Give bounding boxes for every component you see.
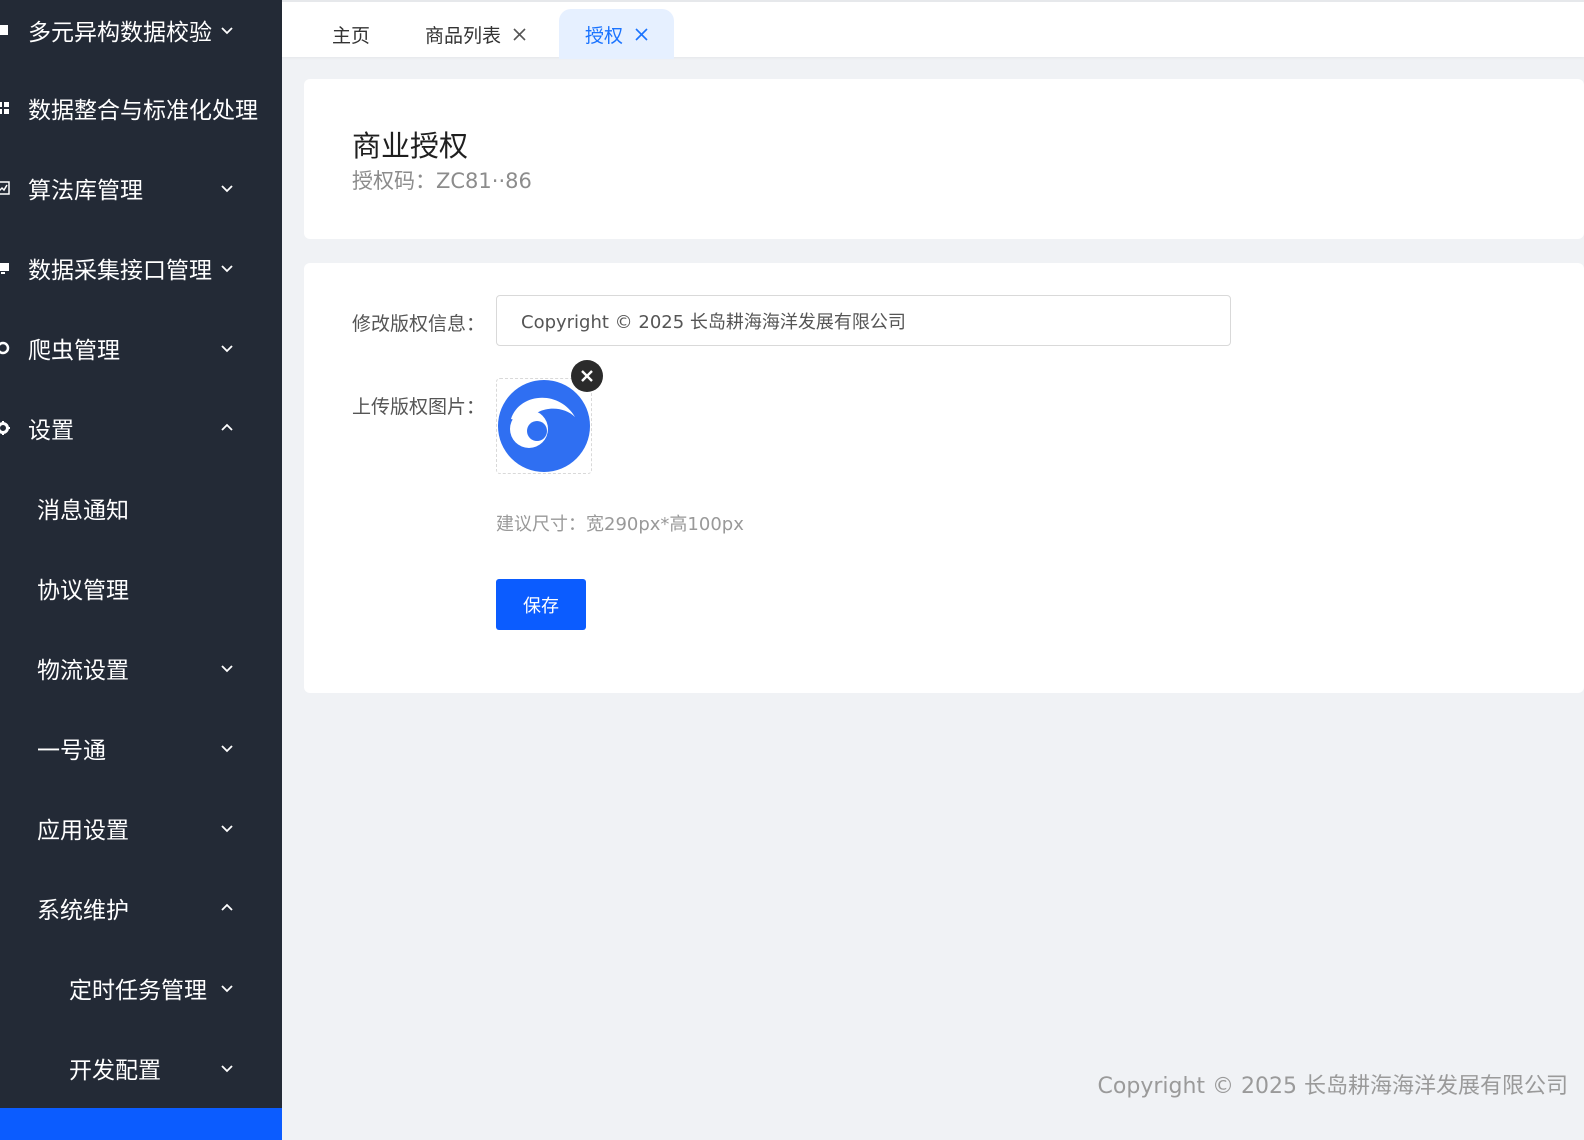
chevron-up-icon: [219, 900, 235, 916]
sidebar-item-dev-config[interactable]: 开发配置: [0, 1038, 282, 1098]
sidebar-item-scheduled-tasks[interactable]: 定时任务管理: [0, 958, 282, 1018]
sidebar-item-label: 系统维护: [37, 898, 129, 924]
grid-icon: [0, 101, 10, 115]
image-field-label: 上传版权图片：: [352, 396, 486, 418]
sidebar-item-algorithm-library[interactable]: 算法库管理: [0, 158, 282, 218]
remove-image-button[interactable]: [571, 360, 603, 392]
license-code-label: 授权码：: [352, 169, 436, 193]
chevron-down-icon: [219, 740, 235, 756]
close-icon[interactable]: [513, 27, 526, 41]
close-icon: [581, 370, 593, 382]
license-card: 商业授权 授权码：ZC81··86: [304, 79, 1584, 239]
chevron-down-icon: [219, 340, 235, 356]
sidebar-item-label: 数据采集接口管理: [28, 258, 212, 284]
brand-logo-icon: [498, 380, 590, 472]
sidebar-item-label: 物流设置: [37, 658, 129, 684]
spider-icon: [0, 341, 10, 355]
sidebar-item-data-validation[interactable]: 多元异构数据校验: [0, 0, 282, 60]
license-code-value: ZC81··86: [436, 169, 532, 193]
sidebar-item-label: 应用设置: [37, 818, 129, 844]
chevron-down-icon: [219, 260, 235, 276]
sidebar-item-app-settings[interactable]: 应用设置: [0, 798, 282, 858]
copyright-form-card: 修改版权信息： 上传版权图片： 建议尺寸：宽290px*高100px 保存: [304, 263, 1584, 693]
chevron-down-icon: [219, 1060, 235, 1076]
copyright-input[interactable]: [496, 295, 1231, 346]
sidebar-item-label: 开发配置: [69, 1058, 161, 1084]
chevron-down-icon: [219, 820, 235, 836]
sidebar-item-data-interface[interactable]: 数据采集接口管理: [0, 238, 282, 298]
chevron-down-icon: [219, 660, 235, 676]
sidebar-item-label: 一号通: [37, 738, 106, 764]
copyright-field-label: 修改版权信息：: [352, 313, 486, 335]
chevron-down-icon: [219, 22, 235, 38]
sidebar-item-label: 定时任务管理: [69, 978, 207, 1004]
sidebar-item-label: 协议管理: [37, 578, 129, 604]
sidebar-item-data-integration[interactable]: 数据整合与标准化处理: [0, 78, 282, 138]
monitor-icon: [0, 261, 10, 275]
tab-authorization[interactable]: 授权: [559, 9, 675, 59]
chevron-down-icon: [219, 980, 235, 996]
sidebar-item-label: 消息通知: [37, 498, 129, 524]
flag-icon: [0, 23, 10, 37]
tabs-bar: 主页 商品列表 授权: [282, 0, 1584, 59]
footer-copyright: Copyright © 2025 长岛耕海海洋发展有限公司: [1097, 1074, 1568, 1099]
sidebar-item-logistics[interactable]: 物流设置: [0, 638, 282, 698]
image-size-hint: 建议尺寸：宽290px*高100px: [496, 514, 744, 535]
sidebar-item-label: 算法库管理: [28, 178, 143, 204]
gear-icon: [0, 421, 10, 435]
sidebar-item-crawler[interactable]: 爬虫管理: [0, 318, 282, 378]
page-title: 商业授权: [352, 129, 469, 163]
sidebar-item-label: 数据整合与标准化处理: [28, 98, 258, 124]
chevron-down-icon: [219, 180, 235, 196]
sidebar-item-system-maintenance[interactable]: 系统维护: [0, 878, 282, 938]
chevron-up-icon: [219, 420, 235, 436]
save-button[interactable]: 保存: [496, 579, 586, 630]
license-code: 授权码：ZC81··86: [352, 165, 532, 195]
tab-home[interactable]: 主页: [332, 9, 370, 59]
sidebar-item-settings[interactable]: 设置: [0, 398, 282, 458]
sidebar-item-notifications[interactable]: 消息通知: [0, 478, 282, 538]
sidebar-item-active[interactable]: [0, 1108, 282, 1140]
tab-label: 商品列表: [425, 24, 502, 47]
tab-product-list[interactable]: 商品列表: [425, 9, 526, 59]
sidebar-item-label: 爬虫管理: [28, 338, 120, 364]
sidebar: 多元异构数据校验 数据整合与标准化处理 算法库管理 数据采集接口管理 爬虫管理 …: [0, 0, 282, 1140]
sidebar-item-label: 多元异构数据校验: [28, 20, 212, 46]
sidebar-item-label: 设置: [28, 418, 74, 444]
close-icon[interactable]: [635, 27, 648, 41]
tab-label: 主页: [332, 24, 371, 47]
sidebar-item-agreements[interactable]: 协议管理: [0, 558, 282, 618]
tab-label: 授权: [585, 24, 624, 47]
copyright-image-upload[interactable]: [496, 378, 592, 474]
chart-icon: [0, 181, 10, 195]
sidebar-item-yihaotong[interactable]: 一号通: [0, 718, 282, 778]
